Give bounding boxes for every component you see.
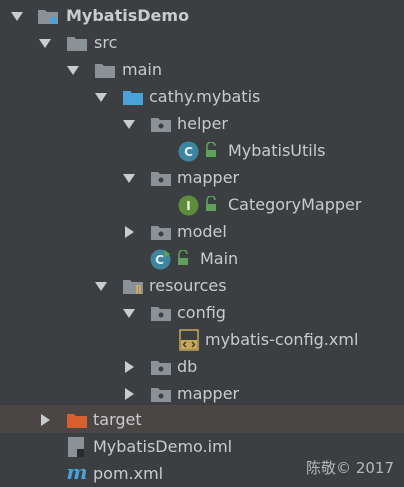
tree-item-label: mapper — [177, 384, 240, 403]
unlock-icon — [206, 196, 216, 211]
expanded-arrow-icon[interactable] — [38, 36, 52, 50]
maven-icon: m — [66, 462, 87, 484]
tree-item-mybatisutils[interactable]: C MybatisUtils — [0, 137, 404, 164]
package-icon — [151, 172, 171, 186]
module-folder-icon — [38, 10, 58, 24]
collapsed-arrow-icon[interactable] — [38, 413, 52, 427]
tree-item-label: mapper — [177, 168, 240, 187]
tree-item-categorymapper[interactable]: I CategoryMapper — [0, 191, 404, 218]
collapsed-arrow-icon[interactable] — [122, 360, 136, 374]
package-icon — [151, 118, 171, 132]
tree-item-mapper-package[interactable]: mapper — [0, 164, 404, 191]
expanded-arrow-icon[interactable] — [94, 279, 108, 293]
tree-item-package-cathy-mybatis[interactable]: cathy.mybatis — [0, 83, 404, 110]
folder-icon — [95, 64, 115, 78]
unlock-icon — [206, 142, 216, 157]
folder-icon — [151, 388, 171, 402]
expanded-arrow-icon[interactable] — [66, 63, 80, 77]
folder-icon — [151, 307, 171, 321]
tree-item-label: main — [122, 60, 162, 79]
tree-item-mybatisdemo-iml[interactable]: MybatisDemo.iml — [0, 433, 404, 460]
tree-item-db[interactable]: db — [0, 353, 404, 380]
tree-item-label: MybatisDemo.iml — [93, 437, 233, 456]
interface-icon: I — [178, 195, 199, 216]
excluded-folder-icon — [67, 414, 87, 428]
tree-item-label: CategoryMapper — [228, 195, 362, 214]
xml-file-icon — [179, 329, 199, 351]
tree-item-label: cathy.mybatis — [149, 87, 261, 106]
maven-badge-letter: m — [66, 462, 87, 484]
tree-item-label: resources — [149, 276, 227, 295]
tree-item-helper[interactable]: helper — [0, 110, 404, 137]
tree-item-label: db — [177, 357, 198, 376]
unlock-icon — [178, 250, 188, 265]
tree-item-main-class[interactable]: C Main — [0, 245, 404, 272]
collapsed-arrow-icon[interactable] — [122, 225, 136, 239]
resources-folder-icon — [123, 280, 143, 294]
expanded-arrow-icon[interactable] — [94, 90, 108, 104]
expanded-arrow-icon[interactable] — [10, 9, 24, 23]
expanded-arrow-icon[interactable] — [122, 171, 136, 185]
folder-icon — [67, 37, 87, 51]
tree-item-label: config — [177, 303, 226, 322]
class-badge-letter: C — [184, 145, 193, 159]
tree-item-config[interactable]: config — [0, 299, 404, 326]
collapsed-arrow-icon[interactable] — [122, 387, 136, 401]
tree-item-mybatis-config-xml[interactable]: mybatis-config.xml — [0, 326, 404, 353]
tree-item-label: mybatis-config.xml — [205, 330, 359, 349]
tree-item-label: MybatisDemo — [66, 6, 190, 25]
class-badge-letter: C — [155, 253, 164, 267]
source-folder-icon — [123, 91, 143, 105]
tree-item-label: src — [94, 33, 118, 52]
tree-item-main[interactable]: main — [0, 56, 404, 83]
tree-item-label: pom.xml — [93, 464, 164, 483]
tree-item-mapper-resources[interactable]: mapper — [0, 380, 404, 407]
tree-item-label: MybatisUtils — [228, 141, 326, 160]
folder-icon — [151, 361, 171, 375]
interface-badge-letter: I — [186, 199, 190, 213]
tree-item-mybatisdemo[interactable]: MybatisDemo — [0, 2, 404, 29]
tree-item-label: helper — [177, 114, 229, 133]
tree-item-target[interactable]: target — [0, 405, 404, 433]
runnable-class-icon: C — [150, 249, 171, 270]
tree-item-src[interactable]: src — [0, 29, 404, 56]
class-icon: C — [178, 141, 199, 162]
tree-item-label: model — [177, 222, 227, 241]
tree-item-resources[interactable]: resources — [0, 272, 404, 299]
iml-file-icon — [68, 437, 84, 457]
expanded-arrow-icon[interactable] — [122, 117, 136, 131]
tree-item-label: Main — [200, 249, 239, 268]
tree-item-label: target — [93, 410, 142, 429]
package-icon — [151, 226, 171, 240]
expanded-arrow-icon[interactable] — [122, 306, 136, 320]
tree-item-model[interactable]: model — [0, 218, 404, 245]
project-tree: MybatisDemo src main cathy.mybatis helpe… — [0, 0, 404, 484]
watermark: 陈敬© 2017 — [306, 459, 394, 477]
